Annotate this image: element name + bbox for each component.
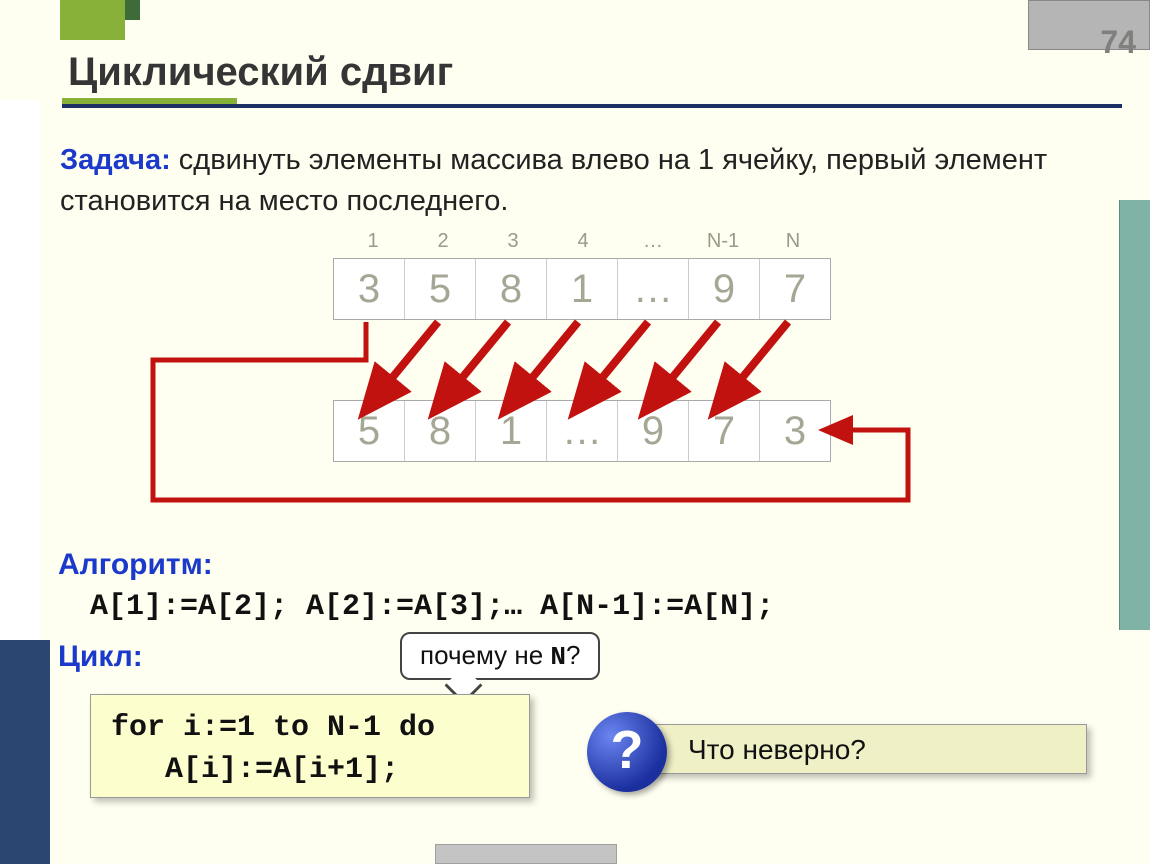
page-number: 74 [1100,24,1136,61]
callout-post: ? [566,640,580,670]
loop-code-box: for i:=1 to N-1 do A[i]:=A[i+1]; [90,694,530,798]
cell: 8 [476,259,547,319]
callout-why-not-n: почему не N? [400,632,600,680]
cell: 5 [405,259,476,319]
cell: 1 [547,259,618,319]
cell: 3 [334,259,405,319]
task-label: Задача: [60,144,171,176]
algorithm-code: A[1]:=A[2]; A[2]:=A[3];… A[N-1]:=A[N]; [90,590,774,624]
dec-top-green [60,0,125,40]
array-after: 5 8 1 … 9 7 3 [333,400,831,462]
index-label: 1 [338,230,408,253]
array-before: 3 5 8 1 … 9 7 [333,258,831,320]
index-label: 4 [548,230,618,253]
cell: 7 [760,259,830,319]
question-badge: Что неверно? ? [587,712,1117,782]
index-label: 3 [478,230,548,253]
cell: … [618,259,689,319]
cycle-label: Цикл: [58,640,143,674]
dec-left-navy [0,640,50,864]
callout-code-frag: N [550,642,566,672]
index-row: 1 2 3 4 … N-1 N [338,230,828,253]
index-label: 2 [408,230,478,253]
task-text: сдвинуть элементы массива влево на 1 яче… [60,144,1047,217]
task-paragraph: Задача: сдвинуть элементы массива влево … [60,140,1100,221]
array-diagram: 1 2 3 4 … N-1 N 3 5 8 1 … 9 7 5 8 1 … 9 … [148,230,968,510]
question-text: Что неверно? [627,724,1087,774]
index-label: N [758,230,828,253]
index-label: N-1 [688,230,758,253]
slide: 74 Циклический сдвиг Задача: сдвинуть эл… [0,0,1150,864]
cell: 9 [618,401,689,461]
cell: 8 [405,401,476,461]
slide-title: Циклический сдвиг [68,50,453,95]
algorithm-label: Алгоритм: [58,548,213,582]
cell: … [547,401,618,461]
cell: 1 [476,401,547,461]
question-mark-icon: ? [587,712,667,792]
title-rule-navy [62,104,1122,108]
cell: 9 [689,259,760,319]
cell: 3 [760,401,830,461]
index-label: … [618,230,688,253]
callout-pre: почему не [420,640,550,670]
dec-top-dark [125,0,140,20]
cell: 7 [689,401,760,461]
cell: 5 [334,401,405,461]
dec-right-teal [1119,200,1150,630]
dec-bottom-grey [435,844,617,864]
